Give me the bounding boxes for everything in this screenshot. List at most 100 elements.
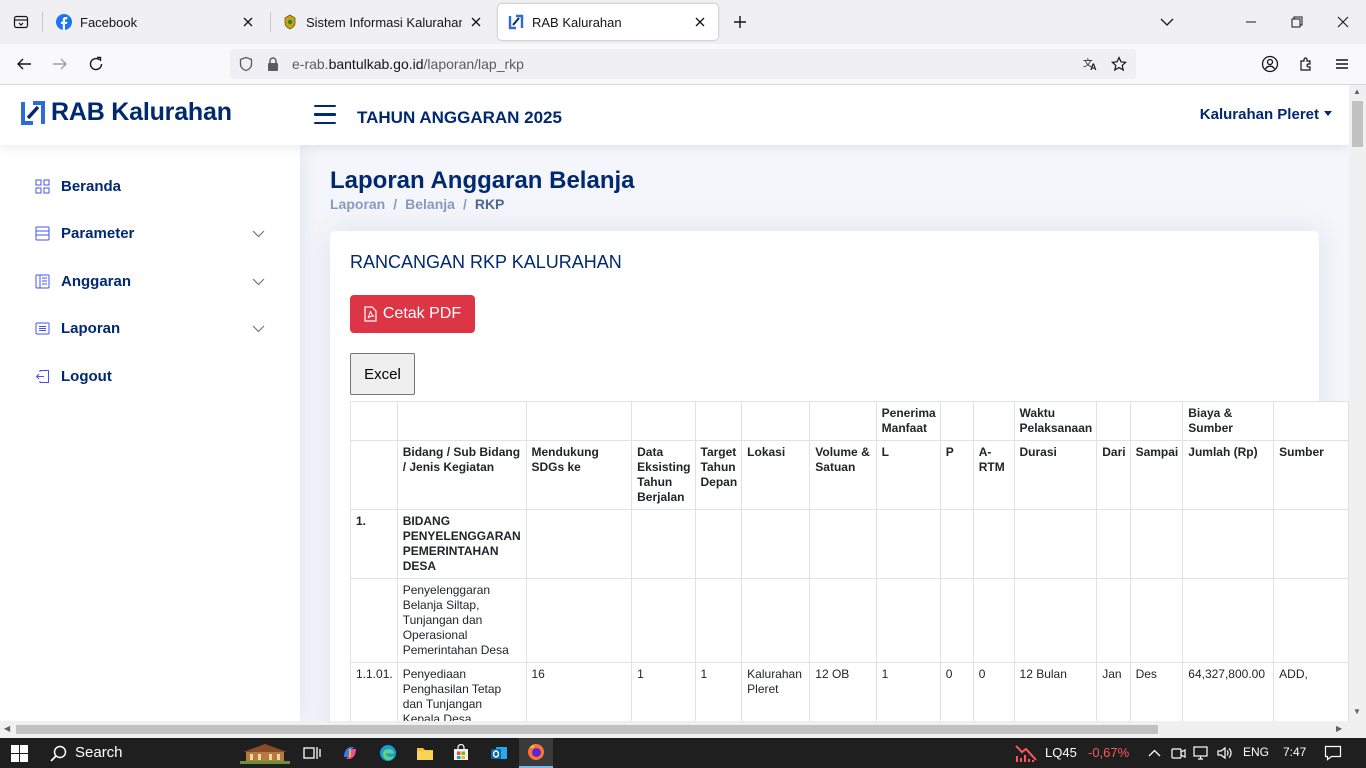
chevron-up-icon[interactable] <box>1144 743 1164 763</box>
scroll-left-arrow-icon[interactable]: ◀ <box>4 724 10 733</box>
close-tab-icon[interactable] <box>468 14 484 30</box>
restore-button[interactable] <box>1274 0 1320 44</box>
windows-taskbar: Search LQ45 -0,67% ENG 7:47 <box>0 738 1366 768</box>
scrollbar-thumb[interactable] <box>1352 101 1363 147</box>
layout-text-icon <box>34 273 50 289</box>
shield-icon[interactable] <box>238 56 254 72</box>
group-header-cell <box>694 401 743 441</box>
extensions-button[interactable] <box>1291 50 1321 78</box>
group-header-cell: Waktu Pelaksanaan <box>1013 401 1098 441</box>
windows-start-icon[interactable] <box>9 743 29 763</box>
tab-list-button[interactable] <box>0 0 42 44</box>
list-all-tabs-button[interactable] <box>1144 0 1190 44</box>
breadcrumb-separator: / <box>462 196 467 212</box>
clock[interactable]: 7:47 <box>1283 745 1306 759</box>
table-cell <box>1182 509 1275 579</box>
table-cell <box>972 509 1015 579</box>
hamburger-menu-icon <box>1336 59 1348 69</box>
table-cell <box>809 509 877 579</box>
breadcrumb-item-laporan[interactable]: Laporan <box>330 196 385 212</box>
close-tab-icon[interactable] <box>692 14 708 30</box>
minimize-button[interactable] <box>1228 0 1274 44</box>
group-header-cell <box>972 401 1015 441</box>
page-title: Laporan Anggaran Belanja <box>330 167 635 194</box>
sidebar-item-label: Anggaran <box>61 272 132 290</box>
user-dropdown[interactable]: Kalurahan Pleret <box>1200 106 1332 123</box>
url-domain: bantulkab.go.id <box>328 56 424 72</box>
lock-icon[interactable] <box>265 56 281 72</box>
back-button[interactable] <box>9 50 39 78</box>
taskbar-search-label[interactable]: Search <box>75 744 123 761</box>
file-pdf-icon <box>364 306 377 322</box>
print-pdf-button[interactable]: Cetak PDF <box>350 295 475 333</box>
breadcrumb-item-belanja[interactable]: Belanja <box>405 196 455 212</box>
vertical-scrollbar[interactable]: ▲ ▼ <box>1349 85 1366 721</box>
volume-icon[interactable] <box>1215 743 1235 763</box>
star-icon[interactable] <box>1111 56 1127 72</box>
network-icon[interactable] <box>1192 743 1212 763</box>
firefox-taskbar-button[interactable] <box>519 738 553 768</box>
close-window-button[interactable] <box>1320 0 1366 44</box>
sidebar-item-anggaran[interactable]: Anggaran <box>20 261 275 301</box>
tab-sistem-informasi[interactable]: Sistem Informasi Kalurahan Pleret <box>272 4 494 40</box>
table-cell <box>1129 578 1184 663</box>
export-excel-button[interactable]: Excel <box>350 353 415 395</box>
notifications-icon[interactable] <box>1323 743 1343 763</box>
table-cell <box>875 509 941 579</box>
brand-logo[interactable]: RAB Kalurahan <box>20 98 232 127</box>
scroll-up-arrow-icon[interactable]: ▲ <box>1353 87 1361 96</box>
tab-title: Sistem Informasi Kalurahan Pleret <box>306 14 462 30</box>
copilot-icon[interactable] <box>340 743 360 763</box>
sidebar-item-label: Parameter <box>61 224 135 242</box>
table-cell: 12 OB <box>809 662 877 721</box>
microsoft-store-icon[interactable] <box>451 743 471 763</box>
table-cell: Penyelenggaran Belanja Siltap, Tunjangan… <box>396 578 527 663</box>
reload-button[interactable] <box>81 50 111 78</box>
column-header: Volume & Satuan <box>809 440 877 510</box>
input-language[interactable]: ENG <box>1243 745 1269 759</box>
search-icon[interactable] <box>48 743 68 763</box>
rab-logo-icon <box>21 100 45 125</box>
chevron-down-icon <box>251 226 265 240</box>
horizontal-scrollbar[interactable]: ◀ ▶ <box>0 721 1366 738</box>
search-highlight-image-icon[interactable] <box>236 743 294 764</box>
scroll-down-arrow-icon[interactable]: ▼ <box>1353 707 1361 716</box>
tab-rab-kalurahan[interactable]: RAB Kalurahan <box>498 4 718 40</box>
new-tab-button[interactable] <box>728 10 752 34</box>
url-text[interactable]: e-rab.bantulkab.go.id/laporan/lap_rkp <box>292 56 524 72</box>
task-view-icon[interactable] <box>302 743 322 763</box>
hamburger-line <box>314 113 336 116</box>
stock-chart-icon[interactable] <box>1013 743 1039 763</box>
tab-separator <box>42 12 43 32</box>
column-header: A-RTM <box>972 440 1015 510</box>
address-bar[interactable]: e-rab.bantulkab.go.id/laporan/lap_rkp 文A <box>230 49 1136 79</box>
breadcrumb: Laporan / Belanja / RKP <box>330 196 504 212</box>
group-header-cell <box>631 401 696 441</box>
edge-icon[interactable] <box>378 743 398 763</box>
sidebar-item-beranda[interactable]: Beranda <box>20 166 275 206</box>
scroll-right-arrow-icon[interactable]: ▶ <box>1336 724 1342 733</box>
table-cell: 16 <box>525 662 633 721</box>
table-cell <box>631 578 696 663</box>
sidebar-item-laporan[interactable]: Laporan <box>20 308 275 348</box>
translate-icon[interactable]: 文A <box>1083 56 1099 72</box>
outlook-icon[interactable] <box>489 743 509 763</box>
reload-icon <box>89 56 103 71</box>
group-header-cell <box>350 401 398 441</box>
forward-button[interactable] <box>45 50 75 78</box>
plus-icon <box>734 16 746 28</box>
meet-now-icon[interactable] <box>1168 743 1188 763</box>
toggle-sidebar-button[interactable] <box>314 105 338 125</box>
account-button[interactable] <box>1255 50 1285 78</box>
url-path: /laporan/lap_rkp <box>423 56 524 72</box>
close-tab-icon[interactable] <box>240 14 256 30</box>
scrollbar-thumb[interactable] <box>16 725 1158 734</box>
sidebar-item-parameter[interactable]: Parameter <box>20 213 275 253</box>
minimize-icon <box>1246 21 1256 23</box>
table-cell: Jan <box>1096 662 1131 721</box>
menu-button[interactable] <box>1327 50 1357 78</box>
tab-facebook[interactable]: Facebook <box>46 4 266 40</box>
browser-toolbar: e-rab.bantulkab.go.id/laporan/lap_rkp 文A <box>0 44 1366 85</box>
sidebar-item-logout[interactable]: Logout <box>20 356 275 396</box>
file-explorer-icon[interactable] <box>415 743 435 763</box>
